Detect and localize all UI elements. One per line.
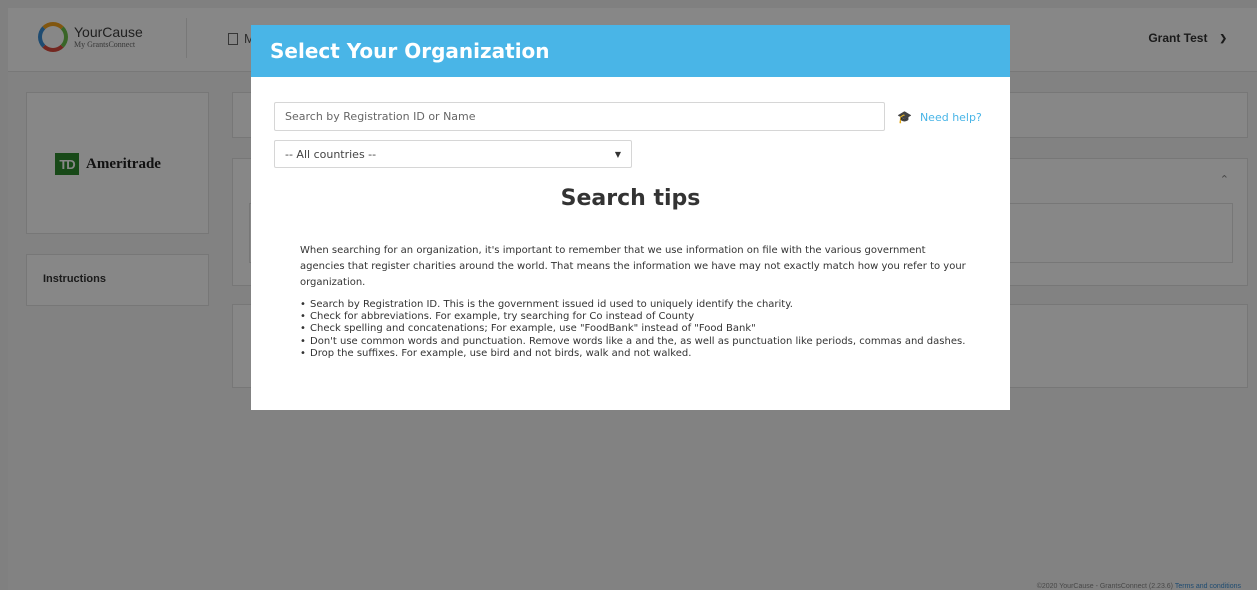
graduation-cap-icon: 🎓 (897, 110, 912, 124)
list-item: Search by Registration ID. This is the g… (300, 299, 990, 311)
search-tips-list: Search by Registration ID. This is the g… (300, 299, 990, 360)
list-item: Check spelling and concatenations; For e… (300, 323, 990, 335)
caret-down-icon: ▼ (614, 149, 621, 159)
modal-title: Select Your Organization (270, 39, 550, 63)
select-organization-modal: Select Your Organization 🎓 Need help? --… (251, 25, 1010, 410)
list-item: Check for abbreviations. For example, tr… (300, 311, 990, 323)
list-item: Don't use common words and punctuation. … (300, 336, 990, 348)
country-select-value: -- All countries -- (285, 147, 377, 161)
need-help-link[interactable]: 🎓 Need help? (897, 110, 982, 124)
list-item: Drop the suffixes. For example, use bird… (300, 348, 990, 360)
search-tips-intro: When searching for an organization, it's… (300, 245, 966, 288)
modal-header: Select Your Organization (251, 25, 1010, 77)
search-input[interactable] (274, 102, 885, 131)
search-tips-title: Search tips (560, 186, 701, 211)
country-select[interactable]: -- All countries -- ▼ (274, 140, 632, 168)
need-help-label: Need help? (919, 110, 982, 124)
